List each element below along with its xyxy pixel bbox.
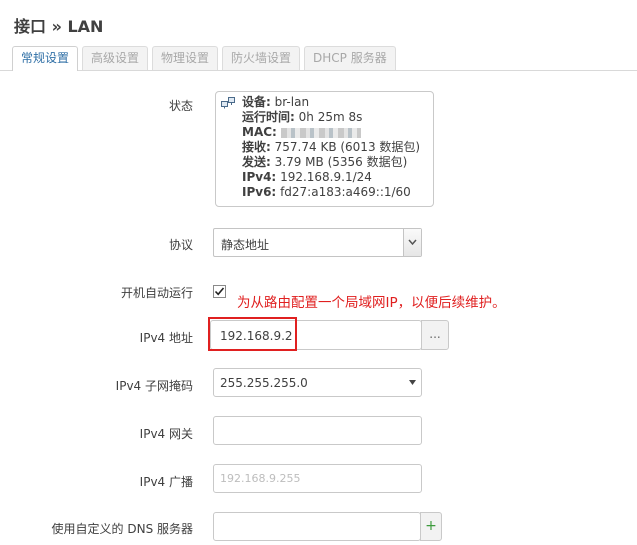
- dns-input[interactable]: [213, 512, 421, 541]
- status-device-row: 设备: br-lan: [242, 95, 310, 109]
- page-title: 接口 » LAN: [14, 17, 104, 36]
- tab-general[interactable]: 常规设置: [12, 46, 79, 71]
- status-box: 设备: br-lan 运行时间: 0h 25m 8s MAC: 接收: 757.…: [215, 91, 434, 207]
- autostart-checkbox[interactable]: [213, 285, 226, 298]
- annotation-highlight-box: [208, 317, 297, 351]
- protocol-value: 静态地址: [221, 238, 270, 252]
- tab-divider: [0, 70, 637, 71]
- status-mac-row: MAC:: [222, 125, 427, 140]
- ipv4-gateway-input[interactable]: [213, 416, 422, 445]
- protocol-dropdown-button[interactable]: [403, 229, 421, 256]
- ipv4-broadcast-input[interactable]: 192.168.9.255: [213, 464, 422, 493]
- chevron-down-icon: [408, 239, 417, 246]
- ipv4-netmask-select[interactable]: 255.255.255.0: [213, 368, 422, 397]
- tab-physical[interactable]: 物理设置: [152, 46, 219, 70]
- status-uptime-row: 运行时间: 0h 25m 8s: [242, 110, 363, 124]
- ipv4-netmask-label: IPv4 子网掩码: [115, 379, 193, 393]
- dns-label: 使用自定义的 DNS 服务器: [51, 522, 193, 536]
- caret-down-icon: [409, 380, 416, 385]
- status-rx-row: 接收: 757.74 KB (6013 数据包): [242, 140, 421, 154]
- protocol-select[interactable]: 静态地址: [213, 228, 422, 257]
- network-icon: [221, 97, 235, 109]
- ipv4-gateway-label: IPv4 网关: [139, 427, 193, 441]
- status-ipv4-row: IPv4: 192.168.9.1/24: [242, 170, 372, 184]
- ipv4-netmask-value: 255.255.255.0: [220, 376, 308, 390]
- mac-redacted: [280, 127, 361, 138]
- ipv4-address-label: IPv4 地址: [139, 331, 193, 345]
- dns-add-button[interactable]: +: [420, 512, 442, 541]
- tab-dhcp[interactable]: DHCP 服务器: [304, 46, 396, 70]
- ipv4-broadcast-placeholder: 192.168.9.255: [220, 472, 301, 485]
- tab-bar: 常规设置 高级设置 物理设置 防火墙设置 DHCP 服务器: [0, 46, 637, 71]
- annotation-text: 为从路由配置一个局域网IP，以便后续维护。: [237, 295, 506, 311]
- status-ipv6-row: IPv6: fd27:a183:a469::1/60: [242, 185, 411, 199]
- status-tx-row: 发送: 3.79 MB (5356 数据包): [242, 155, 408, 169]
- ipv4-broadcast-label: IPv4 广播: [139, 475, 193, 489]
- tab-advanced[interactable]: 高级设置: [82, 46, 149, 70]
- autostart-label: 开机自动运行: [120, 286, 193, 300]
- tab-firewall[interactable]: 防火墙设置: [222, 46, 301, 70]
- protocol-label: 协议: [168, 238, 193, 252]
- ipv4-address-picker-button[interactable]: ...: [421, 320, 449, 350]
- status-label: 状态: [168, 99, 193, 113]
